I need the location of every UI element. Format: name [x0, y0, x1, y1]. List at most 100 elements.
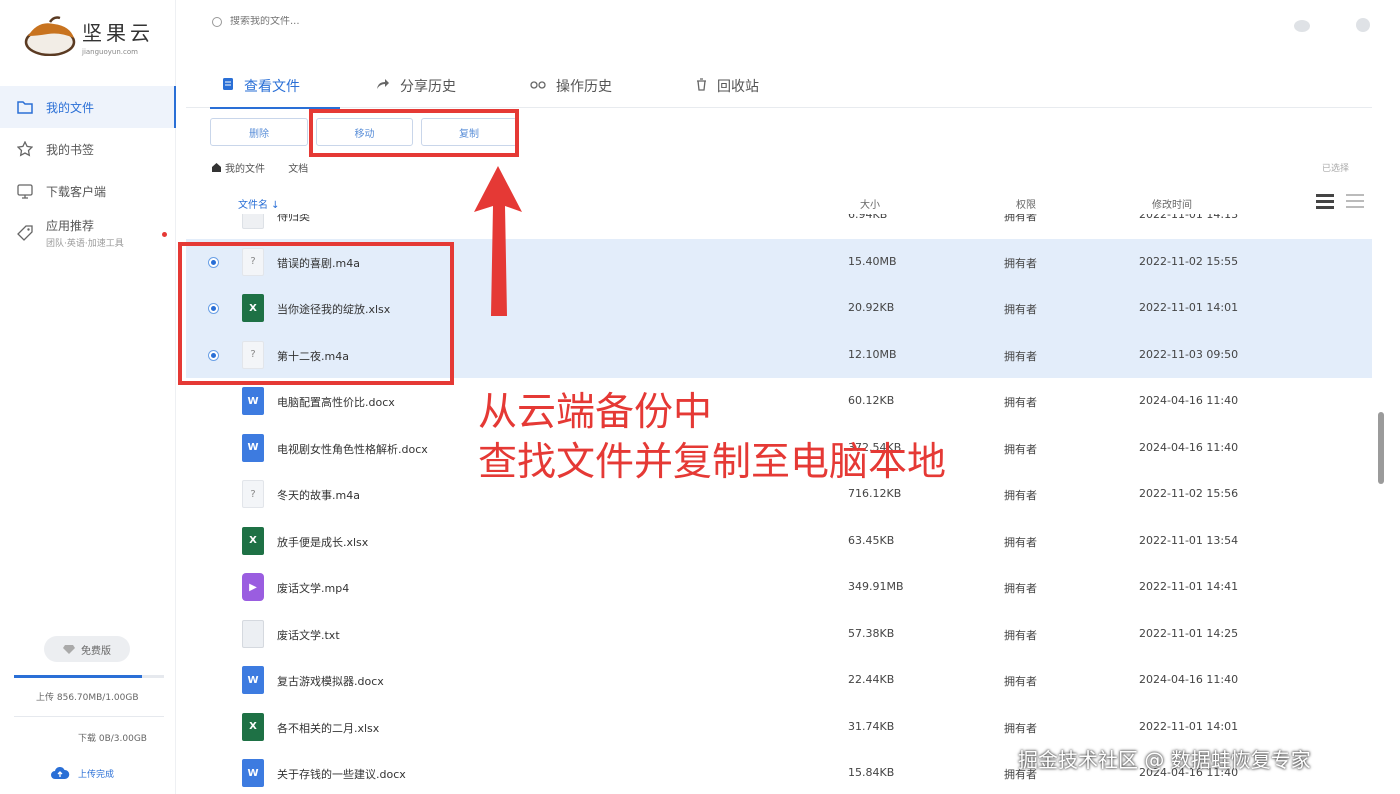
file-name: 电脑配置高性价比.docx — [277, 396, 395, 409]
file-name: 待归类 — [277, 214, 310, 223]
file-name: 废话文学.txt — [277, 628, 340, 642]
header-modified-time[interactable]: 修改时间 — [1152, 196, 1192, 211]
tab-label: 分享历史 — [400, 79, 456, 95]
word-file-icon: W — [242, 387, 264, 415]
file-permission: 拥有者 — [1004, 303, 1037, 316]
file-size: 22.44KB — [848, 673, 895, 686]
file-size: 716.12KB — [848, 487, 902, 500]
tab-recycle-bin[interactable]: 回收站 — [696, 64, 759, 108]
file-size: 6.94KB — [848, 214, 888, 221]
file-name: 电视剧女性角色性格解析.docx — [277, 442, 428, 456]
logo-name: 坚果云 — [82, 20, 154, 45]
folder-icon — [242, 214, 264, 229]
file-size: 349.91MB — [848, 580, 904, 593]
sidebar-item-app-recommend[interactable]: 应用推荐 团队·英语·加速工具 — [0, 212, 176, 254]
file-permission: 拥有者 — [1004, 535, 1037, 549]
file-name: 放手便是成长.xlsx — [277, 535, 369, 549]
table-row[interactable]: 待归类 6.94KB 拥有者 2022-11-01 14:13 — [186, 214, 1372, 239]
sidebar-item-bookmarks[interactable]: 我的书签 — [0, 128, 176, 170]
scrollbar[interactable] — [1378, 412, 1384, 484]
share-icon — [376, 78, 390, 94]
nut-logo-icon — [24, 16, 76, 56]
file-name: 废话文学.mp4 — [277, 582, 350, 595]
tab-operation-history[interactable]: 操作历史 — [530, 64, 612, 108]
table-row[interactable]: ▶ 废话文学.mp4 349.91MB 拥有者 2022-11-01 14:41 — [186, 564, 1372, 611]
file-permission: 拥有者 — [1004, 721, 1037, 735]
file-modified-time: 2022-11-02 15:55 — [1139, 254, 1239, 268]
table-row[interactable]: 废话文学.txt 57.38KB 拥有者 2022-11-01 14:25 — [186, 611, 1372, 658]
annotation-selection-box — [178, 242, 454, 385]
file-permission: 拥有者 — [1004, 442, 1037, 456]
tab-view-files[interactable]: 查看文件 — [210, 64, 340, 109]
annotation-toolbar-box — [309, 109, 519, 157]
avatar[interactable] — [1356, 18, 1370, 32]
file-modified-time: 2024-04-16 11:40 — [1139, 394, 1239, 407]
table-row[interactable]: X 放手便是成长.xlsx 63.45KB 拥有者 2022-11-01 13:54 — [186, 518, 1372, 565]
file-permission: 拥有者 — [1004, 256, 1037, 270]
annotation-line-1: 从云端备份中 — [478, 390, 713, 435]
file-name: 各不相关的二月.xlsx — [277, 721, 380, 735]
excel-file-icon: X — [242, 712, 264, 741]
upload-quota: 上传 856.70MB/1.00GB — [36, 693, 139, 703]
tab-label: 操作历史 — [556, 79, 612, 95]
table-header: 文件名 ↓ 大小 权限 修改时间 — [186, 190, 1372, 214]
header-permission[interactable]: 权限 — [1016, 196, 1036, 211]
grid-view-icon[interactable] — [1346, 194, 1364, 210]
upload-status-label: 上传完成 — [78, 769, 115, 780]
table-row[interactable]: W 复古游戏模拟器.docx 22.44KB 拥有者 2024-04-16 11:40 — [186, 657, 1372, 704]
search-box[interactable] — [212, 16, 470, 27]
file-size: 63.45KB — [848, 533, 895, 547]
diamond-icon — [63, 645, 75, 654]
video-file-icon: ▶ — [242, 573, 264, 601]
file-size: 12.10MB — [848, 347, 897, 361]
annotation-line-2: 查找文件并复制至电脑本地 — [478, 440, 947, 485]
file-permission: 拥有者 — [1004, 489, 1037, 502]
selection-status: 已选择 — [1322, 164, 1350, 174]
file-name: 冬天的故事.m4a — [277, 489, 360, 502]
file-permission: 拥有者 — [1004, 214, 1037, 223]
top-bar — [176, 0, 1400, 56]
file-size: 31.74KB — [848, 719, 895, 733]
header-size[interactable]: 大小 — [860, 196, 880, 211]
sidebar-item-sublabel: 团队·英语·加速工具 — [46, 239, 124, 249]
file-tabs: 查看文件 分享历史 操作历史 回收站 — [186, 64, 1372, 109]
star-icon — [16, 140, 34, 158]
file-permission: 拥有者 — [1004, 628, 1037, 642]
sidebar-item-download-client[interactable]: 下载客户端 — [0, 170, 176, 212]
free-plan-button[interactable]: 免费版 — [44, 636, 130, 662]
sidebar: 坚果云 jianguoyun.com 我的文件 我的书签 下载客户端 应用推荐 … — [0, 0, 176, 794]
text-file-icon — [242, 619, 264, 648]
header-name[interactable]: 文件名 ↓ — [238, 196, 280, 211]
upload-status[interactable]: 上传完成 — [50, 766, 114, 780]
home-icon — [212, 163, 221, 172]
word-file-icon: W — [242, 666, 264, 694]
search-input[interactable] — [230, 16, 470, 27]
file-name: 复古游戏模拟器.docx — [277, 675, 384, 688]
file-size: 15.84KB — [848, 766, 895, 779]
watermark: 掘金技术社区 @ 数据蛙恢复专家 — [1018, 748, 1311, 772]
sidebar-item-label: 我的书签 — [46, 142, 95, 157]
file-modified-time: 2022-11-01 14:01 — [1139, 301, 1239, 314]
file-icon — [222, 77, 234, 95]
file-size: 15.40MB — [848, 254, 897, 268]
download-quota: 下载 0B/3.00GB — [78, 734, 147, 744]
sidebar-item-my-files[interactable]: 我的文件 — [0, 86, 176, 128]
list-view-icon[interactable] — [1316, 194, 1334, 210]
breadcrumb-separator — [275, 162, 278, 173]
breadcrumb-root[interactable]: 我的文件 — [225, 160, 265, 175]
file-modified-time: 2022-11-03 09:50 — [1139, 347, 1239, 361]
file-modified-time: 2022-11-02 15:56 — [1139, 487, 1239, 500]
app-logo[interactable]: 坚果云 jianguoyun.com — [20, 16, 154, 56]
free-plan-label: 免费版 — [81, 645, 111, 657]
audio-file-icon: ? — [242, 480, 264, 508]
breadcrumb-current[interactable]: 文档 — [288, 160, 308, 175]
file-name: 关于存钱的一些建议.docx — [277, 768, 406, 781]
download-divider — [14, 716, 164, 717]
tab-share-history[interactable]: 分享历史 — [376, 64, 456, 108]
delete-button[interactable]: 删除 — [210, 118, 308, 146]
breadcrumb: 我的文件 文档 — [212, 160, 308, 175]
sidebar-nav: 我的文件 我的书签 下载客户端 应用推荐 团队·英语·加速工具 — [0, 86, 176, 254]
tag-icon — [16, 224, 34, 242]
upload-progress-bar — [14, 675, 164, 678]
help-icon[interactable] — [1294, 20, 1310, 32]
